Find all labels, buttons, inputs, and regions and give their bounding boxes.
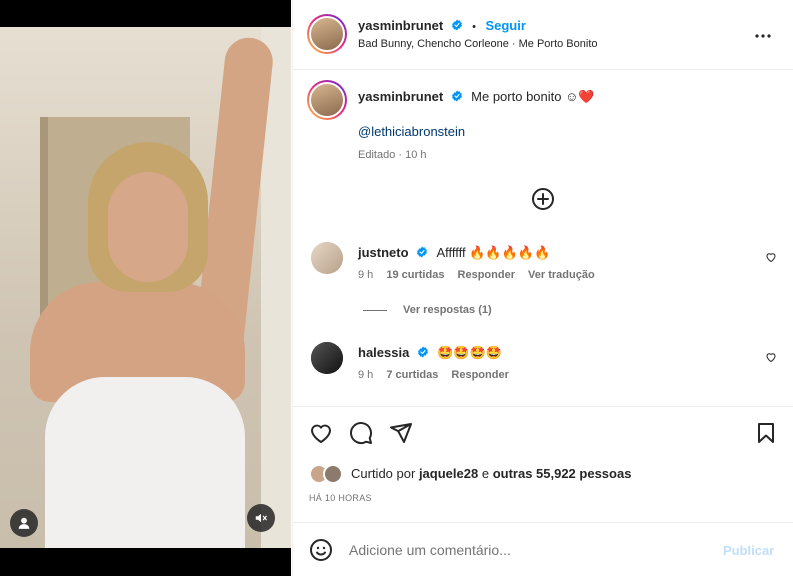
comment-text: 🤩🤩🤩🤩	[437, 345, 502, 360]
post-details: yasminbrunet • Seguir Bad Bunny, Chencho…	[292, 0, 793, 576]
comment-text: Affffff 🔥🔥🔥🔥🔥	[436, 245, 551, 260]
translate-button[interactable]: Ver tradução	[528, 269, 595, 281]
verified-badge-icon	[417, 246, 427, 258]
comment-time: 9 h	[358, 269, 374, 281]
emoji-icon[interactable]	[309, 538, 333, 562]
media-panel	[0, 0, 291, 576]
comment-username[interactable]: halessia	[358, 345, 409, 360]
liker-username[interactable]: jaquele28	[419, 466, 478, 481]
comment-icon[interactable]	[349, 421, 373, 445]
load-more-comments-icon[interactable]	[531, 187, 555, 211]
follow-button[interactable]: Seguir	[485, 18, 525, 33]
audio-link[interactable]: Bad Bunny, Chencho Corleone · Me Porto B…	[358, 38, 598, 50]
caption-username[interactable]: yasminbrunet	[358, 89, 443, 104]
user-icon	[18, 517, 30, 529]
verified-badge-icon	[451, 90, 462, 102]
liker-avatar	[323, 464, 343, 484]
post-video[interactable]	[0, 27, 291, 548]
comment-likes-count[interactable]: 19 curtidas	[386, 269, 444, 281]
caption-avatar[interactable]	[307, 80, 347, 120]
post-header: yasminbrunet • Seguir Bad Bunny, Chencho…	[293, 0, 793, 70]
mute-button[interactable]	[247, 504, 275, 532]
like-comment-icon[interactable]	[765, 251, 777, 263]
others-likes-link[interactable]: outras 55,922 pessoas	[493, 466, 632, 481]
liked-by: Curtido por jaquele28 e outras 55,922 pe…	[351, 466, 632, 481]
comment-input[interactable]	[349, 538, 709, 562]
comment-meta: 9 h 7 curtidas Responder	[358, 369, 509, 381]
like-icon[interactable]	[309, 421, 333, 445]
save-icon[interactable]	[754, 421, 778, 445]
caption: yasminbrunet Me porto bonito ☺❤️	[358, 88, 595, 106]
like-comment-icon[interactable]	[765, 351, 777, 363]
comment-likes-count[interactable]: 7 curtidas	[386, 369, 438, 381]
comment-meta: 9 h 19 curtidas Responder Ver tradução	[358, 269, 595, 281]
share-icon[interactable]	[389, 421, 413, 445]
comment-avatar[interactable]	[311, 242, 343, 274]
replies-line	[363, 310, 387, 311]
comment-halessia: halessia 🤩🤩🤩🤩	[358, 344, 502, 362]
author-avatar[interactable]	[307, 14, 347, 54]
verified-badge-icon	[417, 346, 428, 358]
tagged-users-button[interactable]	[10, 509, 38, 537]
reply-button[interactable]: Responder	[451, 369, 508, 381]
comment-justneto: justneto Affffff 🔥🔥🔥🔥🔥	[358, 244, 550, 262]
comment-username[interactable]: justneto	[358, 245, 409, 260]
comment-avatar[interactable]	[311, 342, 343, 374]
view-replies-button[interactable]: Ver respostas (1)	[403, 304, 492, 316]
caption-text: Me porto bonito ☺❤️	[471, 89, 595, 104]
verified-badge-icon	[451, 19, 462, 31]
post-time[interactable]: HÁ 10 HORAS	[309, 493, 372, 503]
publish-button[interactable]: Publicar	[723, 543, 774, 558]
speaker-muted-icon	[255, 513, 267, 523]
comment-time: 9 h	[358, 369, 374, 381]
more-options-icon[interactable]	[751, 24, 775, 48]
post-modal: yasminbrunet • Seguir Bad Bunny, Chencho…	[0, 0, 793, 576]
author-username[interactable]: yasminbrunet	[358, 18, 443, 33]
caption-mention[interactable]: @lethiciabronstein	[358, 124, 465, 139]
reply-button[interactable]: Responder	[458, 269, 515, 281]
caption-meta: Editado · 10 h	[358, 149, 427, 161]
